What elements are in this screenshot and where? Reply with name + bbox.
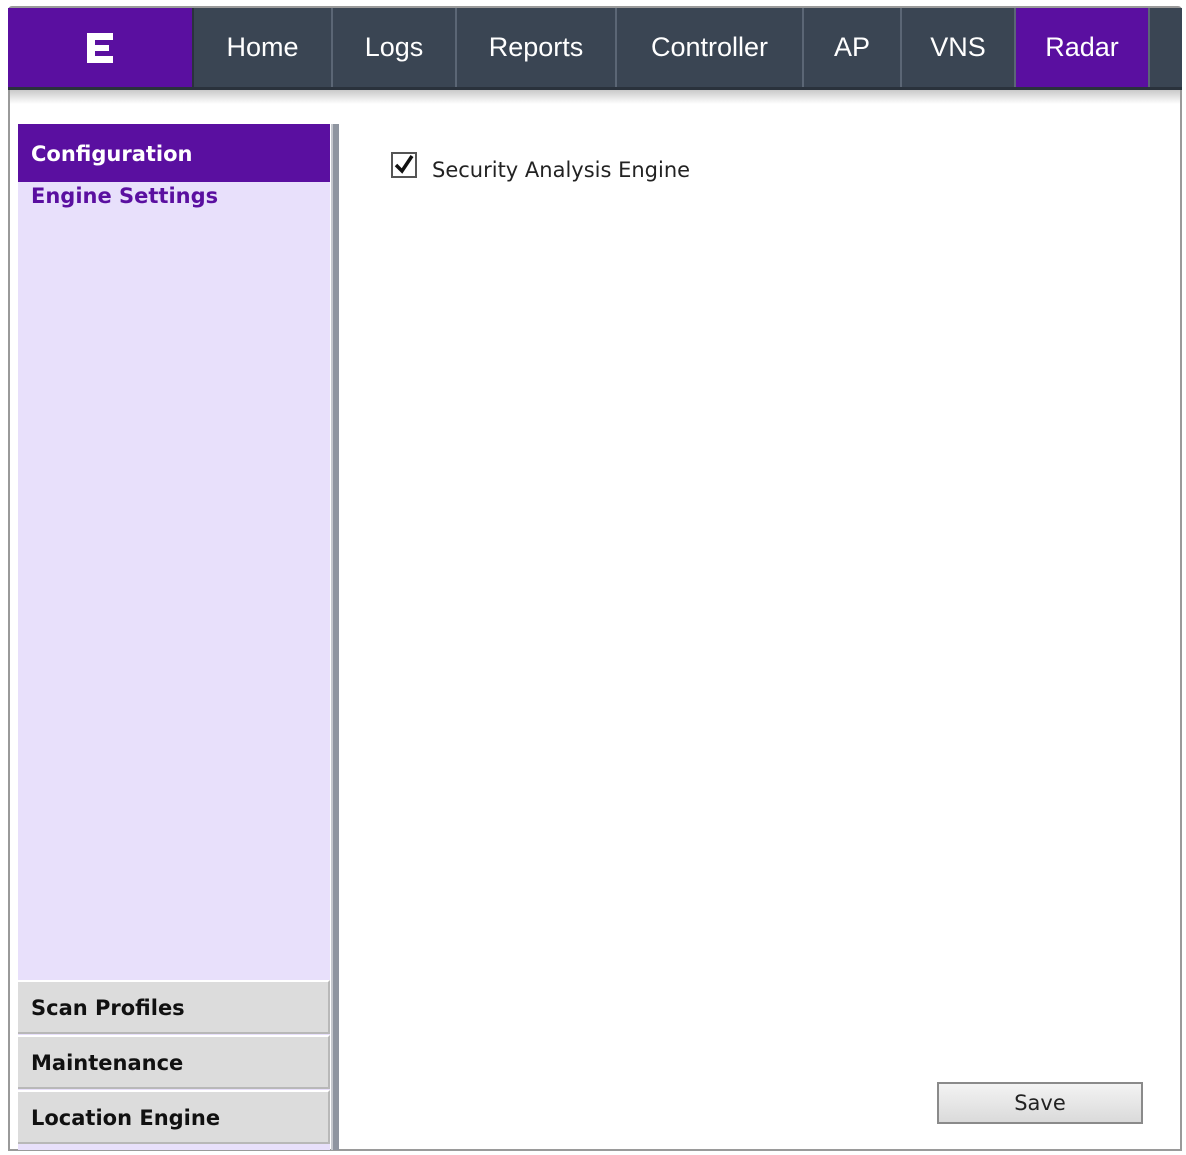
- checkmark-icon: [394, 155, 414, 174]
- sidebar-section-maintenance[interactable]: Maintenance: [18, 1035, 330, 1089]
- tab-logs[interactable]: Logs: [333, 8, 457, 87]
- tab-vns[interactable]: VNS: [902, 8, 1016, 87]
- save-button[interactable]: Save: [937, 1082, 1143, 1124]
- tab-controller[interactable]: Controller: [617, 8, 804, 87]
- tab-ap[interactable]: AP: [804, 8, 902, 87]
- security-analysis-engine-label: Security Analysis Engine: [432, 158, 691, 182]
- sidebar-splitter[interactable]: [331, 124, 339, 1150]
- extreme-logo-icon[interactable]: [8, 8, 194, 87]
- tab-radar[interactable]: Radar: [1016, 8, 1150, 87]
- sidebar-header-configuration[interactable]: Configuration: [18, 124, 330, 182]
- top-navigation: Home Logs Reports Controller AP VNS Rada…: [8, 8, 1182, 90]
- nav-shadow: [10, 90, 1180, 104]
- tab-reports[interactable]: Reports: [457, 8, 617, 87]
- sidebar-section-scan-profiles[interactable]: Scan Profiles: [18, 980, 330, 1034]
- sidebar-item-engine-settings[interactable]: Engine Settings: [31, 184, 218, 208]
- security-analysis-engine-checkbox[interactable]: [391, 152, 417, 178]
- sidebar: Configuration Engine Settings Scan Profi…: [18, 124, 330, 1150]
- sidebar-section-location-engine[interactable]: Location Engine: [18, 1090, 330, 1144]
- tab-home[interactable]: Home: [194, 8, 333, 87]
